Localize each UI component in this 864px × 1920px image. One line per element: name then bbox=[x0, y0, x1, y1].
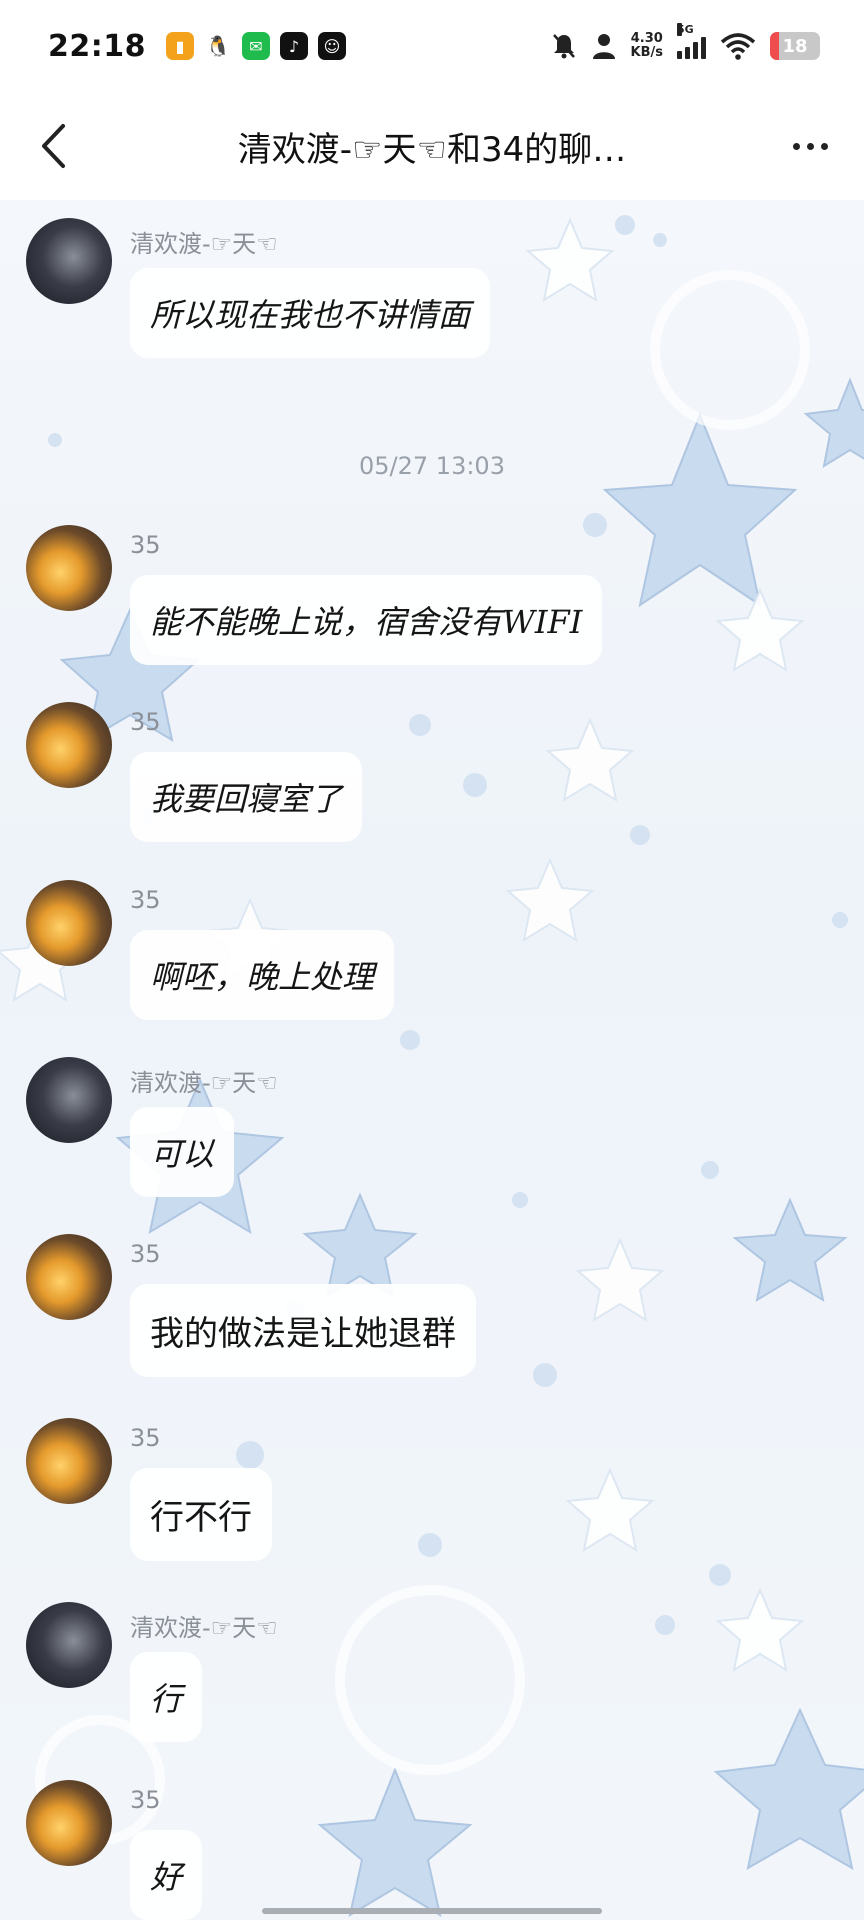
soul-icon: ☺ bbox=[318, 32, 346, 60]
avatar[interactable] bbox=[26, 1057, 112, 1143]
sender-name[interactable]: 清欢渡-☞天☜ bbox=[130, 1063, 278, 1098]
sender-name[interactable]: 清欢渡-☞天☜ bbox=[130, 1608, 278, 1643]
avatar[interactable] bbox=[26, 218, 112, 304]
back-button[interactable] bbox=[24, 116, 84, 176]
mute-bell-icon bbox=[552, 34, 575, 59]
message-bubble[interactable]: 能不能晚上说，宿舍没有WIFI bbox=[130, 575, 603, 665]
battery-icon: 18 bbox=[770, 32, 820, 60]
message-bubble[interactable]: 所以现在我也不讲情面 bbox=[130, 268, 491, 358]
message-timestamp: 05/27 13:03 bbox=[359, 452, 505, 480]
tiktok-icon: ♪ bbox=[280, 32, 308, 60]
more-options-button[interactable] bbox=[780, 116, 840, 176]
network-type: 5G bbox=[677, 23, 694, 36]
speed-unit: KB/s bbox=[630, 45, 663, 60]
qq-icon: 🐧 bbox=[204, 32, 232, 60]
app-notification-icon: ▮ bbox=[166, 32, 194, 60]
avatar[interactable] bbox=[26, 1780, 112, 1866]
wechat-icon: ✉ bbox=[242, 32, 270, 60]
more-dot-icon bbox=[806, 142, 814, 150]
sender-name[interactable]: 35 bbox=[130, 886, 161, 914]
avatar[interactable] bbox=[26, 702, 112, 788]
message-bubble[interactable]: 行 bbox=[130, 1652, 203, 1742]
status-time: 22:18 bbox=[48, 28, 146, 64]
message-bubble[interactable]: 行不行 bbox=[130, 1468, 272, 1561]
message-bubble[interactable]: 我要回寝室了 bbox=[130, 752, 363, 842]
more-dot-icon bbox=[820, 142, 828, 150]
sender-name[interactable]: 35 bbox=[130, 1424, 161, 1452]
avatar[interactable] bbox=[26, 1418, 112, 1504]
wifi-icon bbox=[720, 33, 756, 60]
sender-name[interactable]: 35 bbox=[130, 1786, 161, 1814]
message-bubble[interactable]: 我的做法是让她退群 bbox=[130, 1284, 476, 1377]
avatar[interactable] bbox=[26, 880, 112, 966]
message-bubble[interactable]: 可以 bbox=[130, 1107, 235, 1197]
notification-icons: ▮ 🐧 ✉ ♪ ☺ bbox=[166, 32, 346, 60]
network-speed: 4.30 KB/s bbox=[631, 32, 663, 60]
battery-level: 18 bbox=[782, 35, 808, 57]
signal-icon: 5G bbox=[677, 23, 706, 59]
person-icon bbox=[592, 34, 615, 59]
status-bar: 22:18 ▮ 🐧 ✉ ♪ ☺ 4.30 KB/s 5G 18 bbox=[0, 0, 864, 92]
sender-name[interactable]: 35 bbox=[130, 531, 161, 559]
message-bubble[interactable]: 好 bbox=[130, 1830, 203, 1920]
sender-name[interactable]: 35 bbox=[130, 708, 161, 736]
chat-title: 清欢渡-☞天☜和34的聊… bbox=[237, 129, 627, 170]
home-indicator[interactable] bbox=[262, 1908, 602, 1914]
avatar[interactable] bbox=[26, 1234, 112, 1320]
avatar[interactable] bbox=[26, 1602, 112, 1688]
sender-name[interactable]: 清欢渡-☞天☜ bbox=[130, 224, 278, 259]
sender-name[interactable]: 35 bbox=[130, 1240, 161, 1268]
chat-header: 清欢渡-☞天☜和34的聊… bbox=[0, 92, 864, 200]
avatar[interactable] bbox=[26, 525, 112, 611]
message-bubble[interactable]: 啊呸，晚上处理 bbox=[130, 930, 395, 1020]
chat-message-list[interactable]: 清欢渡-☞天☜ 所以现在我也不讲情面 05/27 13:03 35 能不能晚上说… bbox=[0, 200, 864, 1920]
more-dot-icon bbox=[792, 142, 800, 150]
chevron-left-icon bbox=[42, 124, 65, 168]
speed-value: 4.30 bbox=[630, 31, 663, 46]
